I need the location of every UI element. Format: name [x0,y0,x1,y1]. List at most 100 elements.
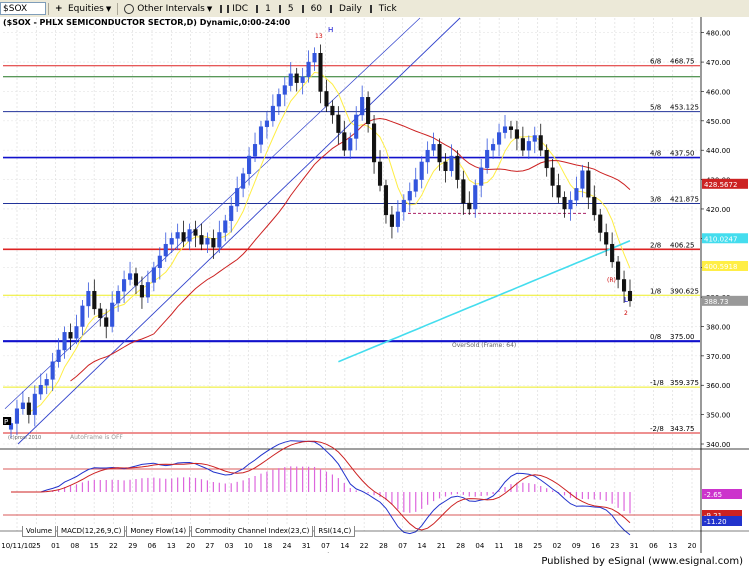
date-tick-label: 22 [360,542,369,550]
candle-body [461,179,466,204]
candle-body [300,76,305,83]
candle-body [419,161,424,180]
indicator-tag-label: -2.65 [704,491,722,499]
interval-tick-button[interactable]: Tick [366,1,401,16]
murrey-level-name: 6/8 [650,58,661,66]
chart-title: ($SOX - PHLX SEMICONDUCTOR SECTOR,D) Dyn… [3,18,291,27]
candle-body [133,273,139,286]
price-tag-label: 400.5918 [704,263,737,271]
candle-body [199,235,204,245]
candle-body [520,138,525,151]
candle-body [294,73,299,83]
candle-body [223,220,228,233]
candle-body [562,196,567,210]
date-tick-label: 04 [475,542,484,550]
candle-body [288,73,293,86]
interval-5-button[interactable]: 5 [275,1,298,16]
candle-body [104,317,109,327]
chevron-down-icon: ▼ [206,4,213,13]
candle-body [241,173,246,189]
date-tick-label: 10 [244,542,253,550]
date-tick-label: 27 [205,542,214,550]
murrey-level-name: 5/8 [650,104,661,112]
tab-rsi[interactable]: RSI(14,C) [314,526,356,537]
oversold-label: OverSold (Frame: 64) [452,342,516,349]
candle-body [592,196,597,216]
equities-menu[interactable]: + Equities ▼ [51,1,115,16]
price-tick-label: 470.00 [706,59,731,67]
candle-body [497,132,502,145]
date-tick-label: 08 [70,542,79,550]
candle-body [26,402,31,415]
candle-body [568,199,573,210]
tab-volume[interactable]: Volume [22,526,57,537]
indicator-tabs: Volume MACD(12,26,9,C) Money Flow(14) Co… [22,526,356,537]
tab-cci[interactable]: Commodity Channel Index(23,C) [191,526,314,537]
candle-body [502,126,508,133]
murrey-level-value: 453.125 [670,104,699,112]
date-tick-label: 28 [379,542,388,550]
candle-body [443,161,448,172]
price-tick-label: 460.00 [706,88,731,96]
date-tick-label: 01 [51,542,60,550]
candle-body [139,285,144,298]
candle-body [366,97,371,125]
interval-60-button[interactable]: 60 [298,1,326,16]
murrey-level-value: 343.75 [670,425,695,433]
tab-money-flow[interactable]: Money Flow(14) [126,526,191,537]
price-tag-label: 428.5672 [704,181,737,189]
clock-icon [124,3,135,14]
candle-body [217,232,222,248]
candle-body [175,232,180,239]
candle-body [127,273,133,280]
candle-body [372,123,377,163]
interval-idc-button[interactable]: IDC [216,1,252,16]
candle-body [276,94,281,107]
candle-body [122,279,127,292]
top-count-marker: 13 [315,33,323,40]
interval-daily-button[interactable]: Daily [326,1,366,16]
price-tick-label: 350.00 [706,412,731,420]
candle-body [62,332,67,351]
candle-body [413,179,418,192]
candle-body [169,238,174,245]
bottom-count-marker: 2 [624,310,628,317]
candle-body [342,132,347,151]
date-tick-label: 15 [90,542,99,550]
separator [117,2,119,15]
candle-body [306,61,311,78]
date-tick-label: 31 [302,542,311,550]
date-tick-label: 25 [533,542,542,550]
candle-body [229,205,234,221]
candle-body [258,126,264,145]
candle-body [621,279,627,292]
murrey-level-name: 0/8 [650,333,661,341]
date-tick-label: 22 [109,542,118,550]
candle-body [324,91,329,107]
chart-frame[interactable]: 6/8 468.75 5/8 453.125 4/8 437.50 3/8 421.875 2/… [0,17,749,560]
price-chart[interactable]: 6/8 468.75 5/8 453.125 4/8 437.50 3/8 421.875 2/… [0,17,749,560]
low-marker: L [624,296,628,304]
date-tick-label: 13 [167,542,176,550]
candle-body [401,199,406,213]
footer: Published by eSignal (www.esignal.com) [0,553,749,570]
footer-text: Published by eSignal (www.esignal.com) [541,556,743,567]
date-tick-label: 06 [148,542,157,550]
interval-1-button[interactable]: 1 [252,1,275,16]
tab-macd[interactable]: MACD(12,26,9,C) [57,526,126,537]
candle-body [74,326,79,339]
interval-label: 1 [265,3,271,14]
price-tick-label: 360.00 [706,382,731,390]
intervals-menu[interactable]: Other Intervals ▼ [120,1,216,16]
date-tick-label: 29 [128,542,137,550]
murrey-level-value: 406.25 [670,241,695,249]
candle-body [556,185,561,198]
symbol-box[interactable]: $SOX [0,2,46,15]
candle-body [247,155,252,174]
bars-icon [278,4,285,13]
price-tick-label: 480.00 [706,30,731,38]
candle-body [348,138,353,151]
candle-body [318,53,323,92]
murrey-level-name: 3/8 [650,195,661,203]
candle-body [360,97,365,116]
